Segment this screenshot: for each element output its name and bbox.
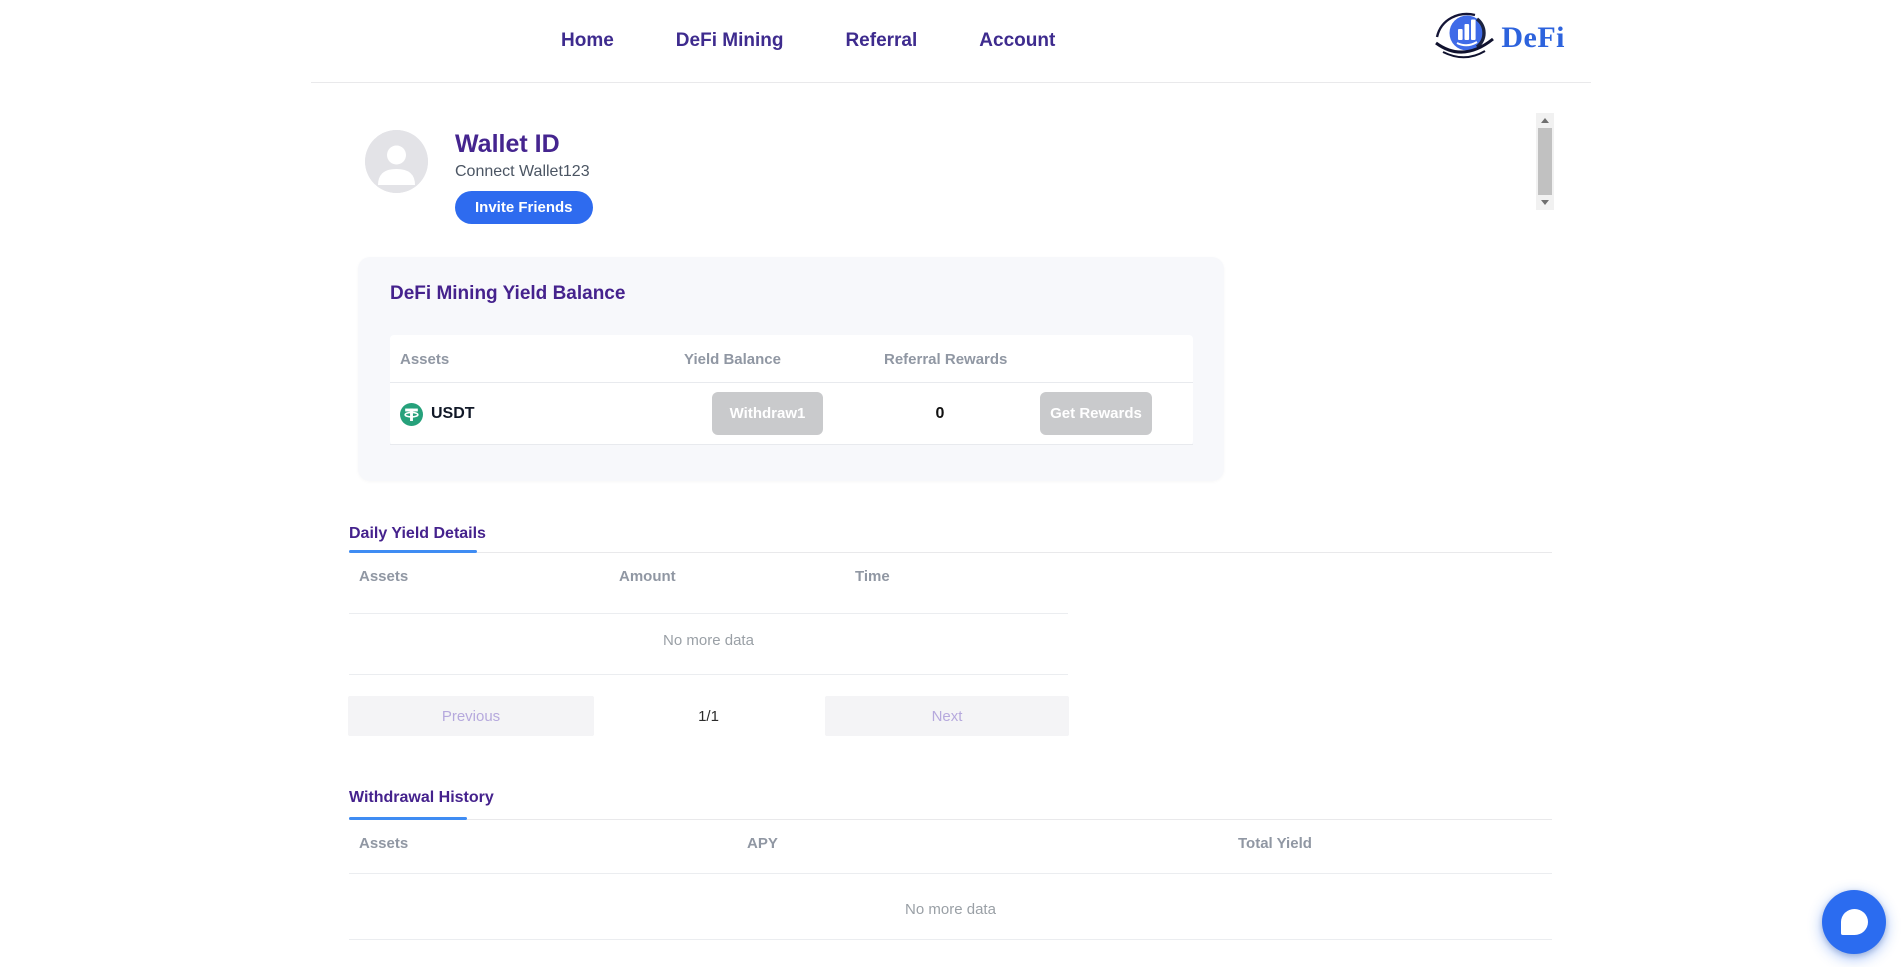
table-rule	[349, 674, 1068, 675]
section-divider	[349, 819, 1552, 820]
asset-label: USDT	[431, 405, 475, 422]
scrollbar-up-arrow-icon[interactable]	[1536, 113, 1554, 128]
nav-item-defi-mining[interactable]: DeFi Mining	[676, 30, 784, 52]
nav-item-account[interactable]: Account	[979, 30, 1055, 52]
asset-cell: USDT	[400, 383, 475, 445]
column-header-assets: Assets	[359, 835, 409, 852]
scrollbar-down-arrow-icon[interactable]	[1536, 195, 1554, 210]
referral-rewards-value: 0	[935, 405, 945, 422]
yield-balance-card: DeFi Mining Yield Balance Assets Yield B…	[358, 257, 1224, 481]
brand-logo[interactable]: DeFi	[1431, 7, 1565, 68]
table-row: USDT Withdraw1 0 Get Rewards	[390, 383, 1193, 445]
section-divider	[349, 552, 1552, 553]
empty-state-text: No more data	[663, 632, 754, 649]
embedded-scrollbar[interactable]	[1536, 113, 1554, 210]
invite-friends-button[interactable]: Invite Friends	[455, 190, 593, 224]
chat-bubble-icon	[1840, 909, 1868, 935]
chat-launcher-button[interactable]	[1822, 890, 1886, 954]
nav-item-referral[interactable]: Referral	[845, 30, 917, 52]
main-nav: Home DeFi Mining Referral Account	[561, 0, 1055, 82]
tab-withdrawal-history[interactable]: Withdrawal History	[349, 789, 494, 807]
table-rule	[349, 613, 1068, 614]
wallet-id-title: Wallet ID	[455, 130, 560, 158]
table-rule	[349, 939, 1552, 940]
tether-icon	[400, 402, 423, 426]
column-header-time: Time	[855, 568, 890, 585]
column-header-apy: APY	[747, 835, 778, 852]
column-header-yield-balance: Yield Balance	[684, 350, 781, 368]
defi-logo-icon	[1431, 7, 1499, 68]
avatar	[365, 130, 428, 193]
column-header-assets: Assets	[359, 568, 409, 585]
column-header-total-yield: Total Yield	[1238, 835, 1312, 852]
empty-state-text: No more data	[905, 901, 996, 918]
column-header-amount: Amount	[619, 568, 676, 585]
active-tab-indicator	[349, 817, 467, 820]
next-page-button[interactable]: Next	[825, 696, 1069, 736]
table-rule	[349, 873, 1552, 874]
logo-wordmark: DeFi	[1501, 20, 1565, 54]
column-header-assets: Assets	[400, 350, 450, 368]
yield-balance-table: Assets Yield Balance Referral Rewards US…	[390, 335, 1193, 445]
page-content: Wallet ID Connect Wallet123 Invite Frien…	[0, 82, 1902, 967]
top-navigation-bar: Home DeFi Mining Referral Account DeFi	[0, 0, 1902, 82]
active-tab-indicator	[349, 550, 477, 553]
yield-balance-title: DeFi Mining Yield Balance	[390, 283, 626, 304]
wallet-profile-section: Wallet ID Connect Wallet123 Invite Frien…	[365, 130, 593, 224]
nav-item-home[interactable]: Home	[561, 30, 614, 52]
get-rewards-button[interactable]: Get Rewards	[1040, 392, 1152, 435]
tab-daily-yield-details[interactable]: Daily Yield Details	[349, 525, 486, 543]
wallet-connect-status: Connect Wallet123	[455, 162, 590, 180]
scrollbar-thumb[interactable]	[1538, 128, 1552, 195]
column-header-referral-rewards: Referral Rewards	[884, 350, 1008, 368]
withdraw-button[interactable]: Withdraw1	[712, 392, 823, 435]
